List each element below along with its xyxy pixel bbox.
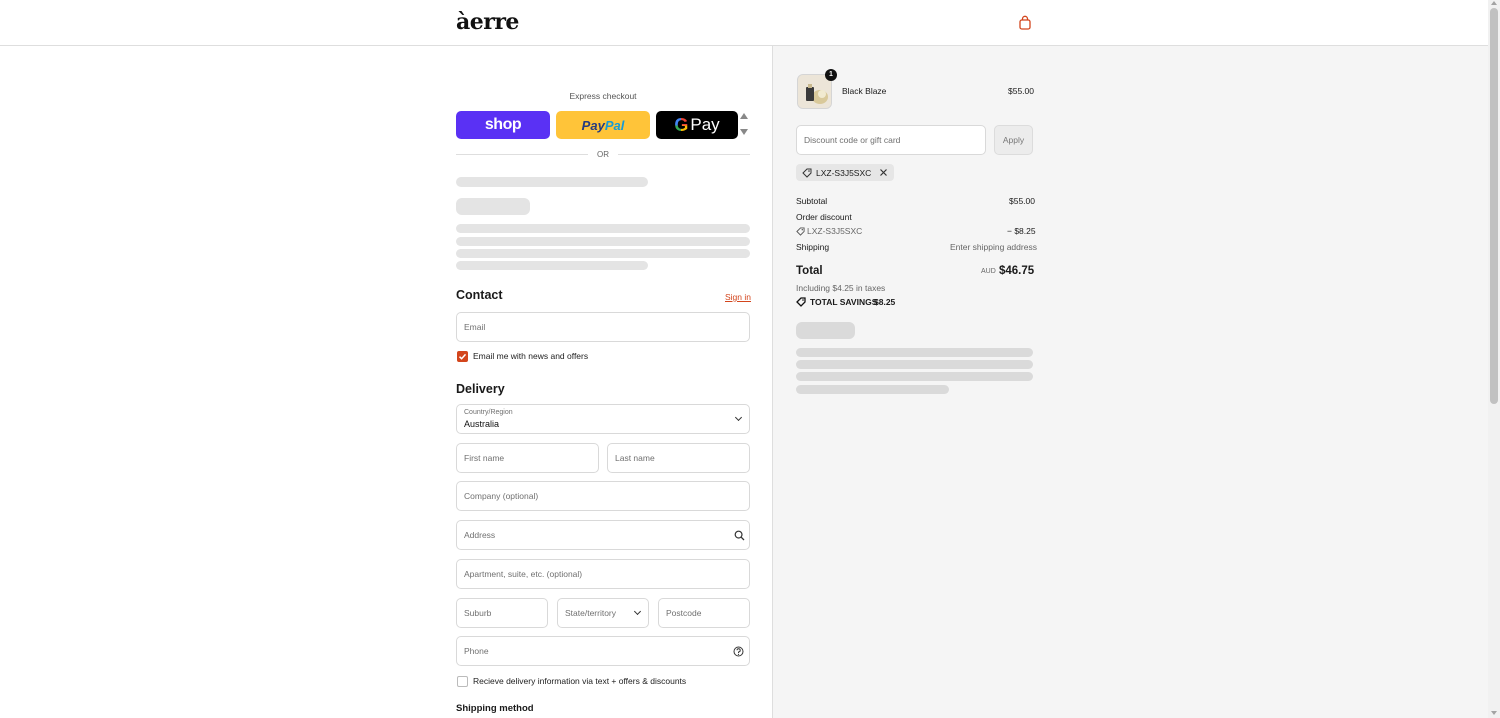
loading-skeleton [796,360,1033,369]
discount-code-line: LXZ-S3J5SXC [807,226,863,236]
company-placeholder: Company (optional) [464,491,539,501]
chevron-down-icon [734,413,743,422]
scroll-down-icon[interactable] [1491,711,1497,715]
email-field[interactable]: Email [456,312,750,342]
delivery-title: Delivery [456,382,505,396]
last-name-field[interactable]: Last name [607,443,750,473]
country-select[interactable]: Country/Region Australia [456,404,750,434]
state-placeholder: State/territory [565,608,617,618]
apply-button[interactable]: Apply [994,125,1033,155]
cart-icon[interactable] [1018,15,1032,30]
phone-field[interactable]: Phone [456,636,750,666]
logo[interactable]: àerre [456,9,519,35]
loading-skeleton [796,348,1033,357]
shop-pay-button[interactable]: shop [456,111,550,139]
discount-value: − $8.25 [1007,226,1036,236]
loading-skeleton [456,261,648,270]
loading-skeleton [456,249,750,258]
news-checkbox[interactable] [457,351,468,362]
help-icon[interactable] [733,646,744,657]
shipping-value: Enter shipping address [950,242,1037,252]
divider-right [618,154,750,155]
last-name-placeholder: Last name [615,453,655,463]
shop-pay-label: shop [484,116,522,133]
loading-skeleton [456,198,530,215]
loading-skeleton [456,237,750,246]
loading-skeleton [796,322,855,339]
currency-label: AUD [981,268,996,275]
order-discount-label: Order discount [796,212,852,222]
news-checkbox-label: Email me with news and offers [473,351,589,361]
discount-chip-code: LXZ-S3J5SXC [816,167,872,178]
postcode-field[interactable]: Postcode [658,598,750,628]
tag-icon [796,227,805,236]
address-placeholder: Address [464,530,496,540]
quantity-badge: 1 [825,69,837,81]
chevron-down-icon [633,607,642,616]
subtotal-value: $55.00 [1009,196,1035,206]
google-pay-button[interactable]: G Pay [656,111,738,139]
product-name: Black Blaze [842,86,887,96]
tag-icon [802,168,812,178]
carousel-up-icon[interactable] [740,113,748,119]
total-savings-label: TOTAL SAVINGS [810,297,878,307]
carousel-down-icon[interactable] [740,129,748,135]
postcode-placeholder: Postcode [666,608,702,618]
paypal-label: PayPal [581,117,625,133]
sms-checkbox[interactable] [457,676,468,687]
discount-chip: LXZ-S3J5SXC [796,164,895,181]
sms-checkbox-label: Recieve delivery information via text + … [473,676,687,686]
close-icon[interactable] [879,168,888,177]
or-divider-text: OR [597,150,609,159]
total-value: $46.75 [999,265,1035,277]
scroll-up-icon[interactable] [1491,1,1497,5]
product-price: $55.00 [1008,86,1034,96]
phone-placeholder: Phone [464,646,489,656]
google-pay-label: Pay [690,115,720,134]
country-value: Australia [464,419,500,429]
apartment-field[interactable]: Apartment, suite, etc. (optional) [456,559,750,589]
email-placeholder: Email [464,322,486,332]
address-field[interactable]: Address [456,520,750,550]
divider-left [456,154,588,155]
taxes-note: Including $4.25 in taxes [796,283,886,293]
country-label: Country/Region [464,409,513,416]
google-g-icon: G [674,114,689,135]
shipping-method-title: Shipping method [456,703,534,714]
page-scrollbar[interactable] [1488,0,1500,718]
discount-placeholder: Discount code or gift card [804,135,901,145]
total-label: Total [796,265,823,277]
header: àerre [0,0,1488,46]
first-name-field[interactable]: First name [456,443,599,473]
search-icon [734,530,745,541]
loading-skeleton [796,372,1033,381]
contact-title: Contact [456,288,503,302]
suburb-placeholder: Suburb [464,608,492,618]
suburb-field[interactable]: Suburb [456,598,548,628]
discount-code-field[interactable]: Discount code or gift card [796,125,986,155]
sign-in-link[interactable]: Sign in [725,292,751,302]
loading-skeleton [796,385,949,394]
savings-tag-icon [796,297,806,307]
loading-skeleton [456,224,750,233]
first-name-placeholder: First name [464,453,505,463]
company-field[interactable]: Company (optional) [456,481,750,511]
check-icon [458,353,467,360]
apartment-placeholder: Apartment, suite, etc. (optional) [464,569,583,579]
paypal-button[interactable]: PayPal [556,111,650,139]
subtotal-label: Subtotal [796,196,828,206]
loading-skeleton [456,177,648,187]
shipping-label: Shipping [796,242,830,252]
state-select[interactable]: State/territory [557,598,649,628]
scroll-thumb[interactable] [1490,8,1498,404]
total-savings-value: $8.25 [874,297,896,307]
express-checkout-label: Express checkout [569,91,637,101]
